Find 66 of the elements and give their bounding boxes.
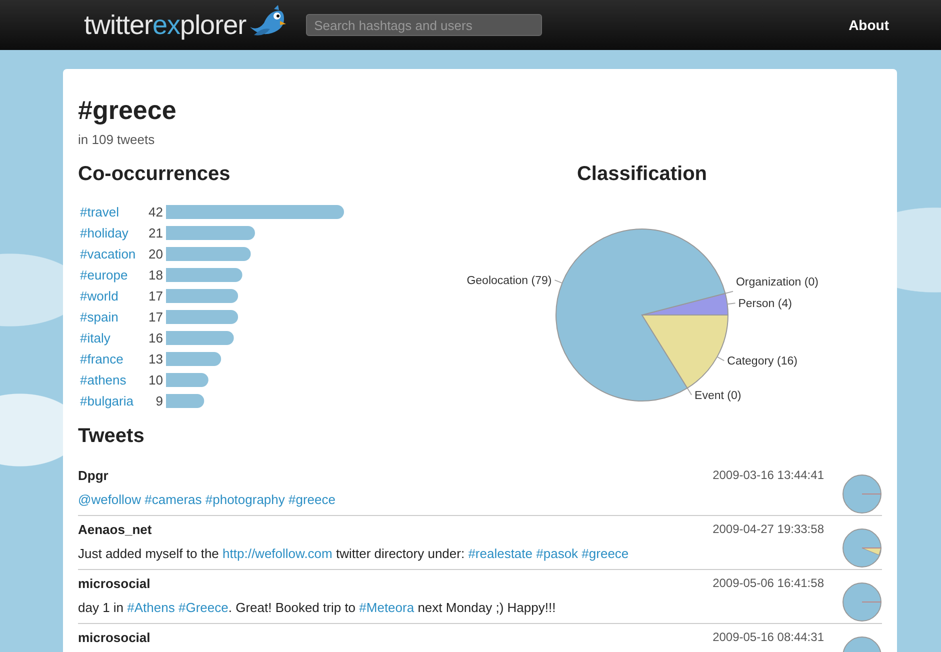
count-label: 17 <box>148 310 163 324</box>
count-label: 9 <box>156 394 163 408</box>
tweet-link[interactable]: #Athens <box>127 600 178 615</box>
tweet-text: Just added myself to the http://wefollow.com twitter directory under: #realestate #pasok #greece <box>78 546 630 561</box>
logo-text: twitterexplorer <box>84 10 246 40</box>
tweet-link[interactable]: @wefollow <box>78 492 145 507</box>
count-bar <box>166 394 204 408</box>
slice-label: Organization (0) <box>736 276 818 288</box>
section-heading: Classification <box>576 163 708 186</box>
username: microsocial <box>78 630 152 645</box>
username: microsocial <box>78 576 152 591</box>
leader-line <box>716 356 725 362</box>
hashtag-link[interactable]: #athens <box>80 372 126 388</box>
username: Dpgr <box>78 468 110 483</box>
count-label: 21 <box>148 226 163 240</box>
search-field[interactable]: Search hashtags and users <box>306 14 542 36</box>
count-label: 13 <box>148 352 163 366</box>
hashtag-link[interactable]: #travel <box>80 204 120 220</box>
tweet-text: day 1 in #Athens #Greece. Great! Booked trip to #Meteora next Monday ;) Happy!!! <box>78 600 557 615</box>
slice-label: Event (0) <box>694 390 742 402</box>
count-label: 18 <box>148 268 163 282</box>
slice-label: Person (4) <box>738 298 792 310</box>
count-label: 16 <box>148 330 163 346</box>
classification-pie-icon <box>842 528 882 568</box>
leader-line <box>726 302 736 305</box>
hashtag-link[interactable]: #spain <box>80 310 118 324</box>
tweet-link[interactable]: http://wefollow.com <box>222 546 332 561</box>
tweet-link[interactable]: #greece <box>288 492 336 507</box>
hashtag-link[interactable]: #vacation <box>80 246 136 262</box>
tweet-link[interactable]: #greece <box>582 546 629 561</box>
slice-label: Geolocation (79) <box>466 275 552 288</box>
count-label: 10 <box>148 372 163 388</box>
tweet-link[interactable]: #pasok <box>536 546 582 561</box>
tweet-link[interactable]: #photography <box>205 492 288 507</box>
count-bar <box>166 331 234 345</box>
tweet-link[interactable]: #Meteora <box>359 600 414 615</box>
hashtag-link[interactable]: #bulgaria <box>80 394 134 408</box>
leader-line <box>554 280 563 284</box>
leader-line <box>724 290 734 294</box>
slice-label: Category (16) <box>727 356 798 368</box>
count-label: 17 <box>148 288 163 304</box>
tweet-timestamp: 2009-03-16 13:44:41 <box>712 468 824 482</box>
hashtag-link[interactable]: #world <box>80 288 118 304</box>
tweet-link[interactable]: #Greece <box>178 600 228 615</box>
hashtag-link[interactable]: #italy <box>80 330 110 346</box>
tweet-timestamp: 2009-05-16 08:44:31 <box>712 630 824 644</box>
username: Aenaos_net <box>78 522 153 537</box>
tweet-count: in 109 tweets <box>78 132 156 147</box>
hashtag-title: #greece <box>78 95 178 126</box>
classification-pie-icon <box>842 474 882 514</box>
count-bar <box>166 352 222 366</box>
tweet-timestamp: 2009-04-27 19:33:58 <box>712 522 824 536</box>
count-label: 42 <box>148 204 163 220</box>
classification-pie-icon <box>842 582 882 622</box>
hashtag-link[interactable]: #europe <box>80 268 128 282</box>
section-heading: Tweets <box>78 425 146 448</box>
hashtag-link[interactable]: #france <box>80 352 124 366</box>
hashtag-link[interactable]: #holiday <box>80 226 128 240</box>
about-link[interactable]: About <box>848 17 889 33</box>
tweet-link[interactable]: #cameras <box>144 492 206 507</box>
count-bar <box>166 373 208 387</box>
count-label: 20 <box>148 246 163 262</box>
section-heading: Co-occurrences <box>78 163 232 186</box>
leader-line <box>686 388 692 396</box>
tweet-link[interactable]: #realestate <box>468 546 536 561</box>
tweet-timestamp: 2009-05-06 16:41:58 <box>712 576 824 590</box>
